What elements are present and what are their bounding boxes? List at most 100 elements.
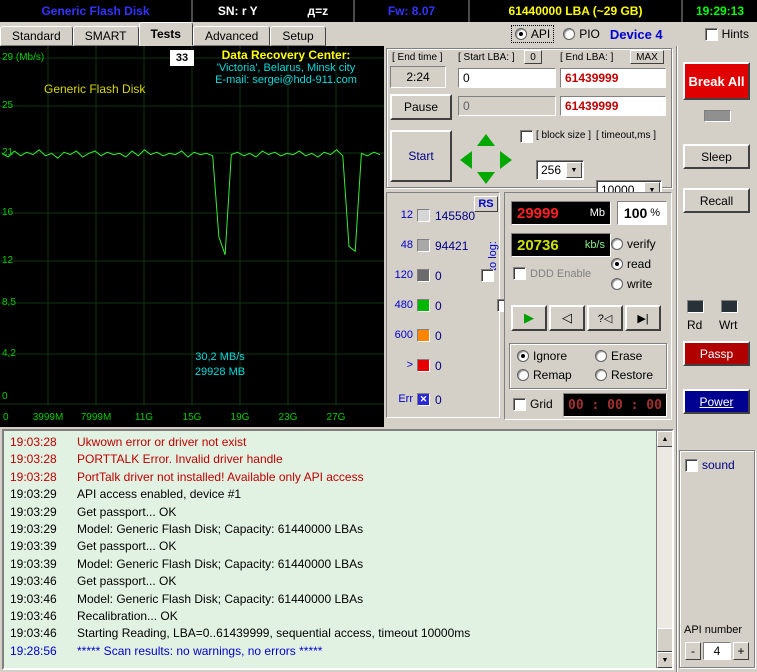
grid-label: Grid bbox=[530, 397, 553, 411]
mb-unit: Mb bbox=[589, 207, 605, 219]
scrollbar-thumb[interactable] bbox=[657, 628, 672, 652]
radio-write[interactable]: write bbox=[611, 277, 652, 291]
end-lba-label: [ End LBA: ] bbox=[560, 52, 614, 63]
read-led-label: Rd bbox=[687, 318, 703, 332]
radio-remap-label: Remap bbox=[533, 368, 572, 382]
rs-button[interactable]: RS bbox=[474, 196, 498, 212]
bucket-count: 0 bbox=[435, 269, 442, 283]
sound-checkbox[interactable]: sound bbox=[685, 458, 735, 472]
x-tick: 3999M bbox=[32, 412, 64, 423]
percent-display: 100 % bbox=[617, 201, 667, 225]
radio-pio[interactable]: PIO bbox=[563, 27, 600, 41]
radio-verify-label: verify bbox=[627, 237, 656, 251]
log-entry: 19:03:39 Get passport... OK bbox=[10, 538, 654, 555]
log-rows: 19:03:28 Ukwown error or driver not exis… bbox=[10, 434, 654, 660]
end-lba-input[interactable]: 61439999 bbox=[560, 68, 666, 88]
grid-checkbox-box bbox=[513, 397, 526, 411]
radio-ignore[interactable]: Ignore bbox=[517, 349, 567, 363]
ddd-enable-checkbox[interactable]: DDD Enable bbox=[513, 267, 591, 280]
scroll-down-icon[interactable]: ▼ bbox=[657, 652, 672, 668]
log-message: Get passport... OK bbox=[77, 539, 177, 554]
seek-left-arrow[interactable] bbox=[460, 151, 472, 169]
end-lba-max-button[interactable]: MAX bbox=[630, 50, 664, 64]
api-number-value[interactable]: 4 bbox=[703, 642, 731, 660]
log-timestamp: 19:03:28 bbox=[10, 452, 57, 467]
serial-number: SN: r Y bbox=[217, 4, 258, 18]
sound-checkbox-box bbox=[685, 458, 698, 472]
bucket-log-checkbox[interactable] bbox=[481, 269, 494, 282]
tab-smart[interactable]: SMART bbox=[72, 26, 139, 46]
y-tick: 8,5 bbox=[2, 297, 16, 308]
radio-read[interactable]: read bbox=[611, 257, 651, 271]
play-button[interactable]: ▶ bbox=[511, 305, 547, 331]
bucket-count: 0 bbox=[435, 359, 442, 373]
radio-erase[interactable]: Erase bbox=[595, 349, 642, 363]
api-number-plus-button[interactable]: + bbox=[733, 642, 749, 660]
firmware-version: Fw: 8.07 bbox=[355, 0, 470, 22]
radio-restore[interactable]: Restore bbox=[595, 368, 653, 382]
sound-label: sound bbox=[702, 458, 735, 472]
chevron-down-icon[interactable]: ▼ bbox=[566, 162, 582, 178]
bucket-count: 0 bbox=[435, 329, 442, 343]
tab-advanced[interactable]: Advanced bbox=[192, 26, 271, 46]
bucket-label: 600 bbox=[394, 329, 413, 341]
log-message: Model: Generic Flash Disk; Capacity: 614… bbox=[77, 522, 364, 537]
overlay-position: 29928 MB bbox=[194, 366, 246, 378]
hints-checkbox[interactable]: Hints bbox=[704, 27, 749, 41]
start-lba-input[interactable]: 0 bbox=[458, 68, 556, 88]
log-scrollbar[interactable]: ▲ ▼ bbox=[656, 431, 672, 668]
log-message: Get passport... OK bbox=[77, 504, 177, 519]
seek-up-arrow[interactable] bbox=[477, 134, 495, 146]
seek-question-button[interactable]: ?◁ bbox=[587, 305, 623, 331]
tab-setup[interactable]: Setup bbox=[270, 26, 326, 46]
seek-down-arrow[interactable] bbox=[477, 172, 495, 184]
current-lba-display: 0 bbox=[458, 96, 556, 116]
radio-verify[interactable]: verify bbox=[611, 237, 656, 251]
end-time-display: 2:24 bbox=[390, 66, 446, 88]
log-timestamp: 19:03:29 bbox=[10, 504, 57, 519]
grid-checkbox[interactable]: Grid bbox=[513, 397, 553, 411]
log-entry: 19:03:29 API access enabled, device #1 bbox=[10, 486, 654, 503]
banner-city: 'Victoria', Belarus, Minsk city bbox=[216, 62, 356, 74]
log-timestamp: 19:03:46 bbox=[10, 609, 57, 624]
recall-button[interactable]: Recall bbox=[683, 188, 750, 213]
log-entry: 19:03:46 Starting Reading, LBA=0..614399… bbox=[10, 625, 654, 642]
tab-standard[interactable]: Standard bbox=[0, 26, 73, 46]
skip-end-button[interactable]: ▶| bbox=[625, 305, 661, 331]
seek-checkbox[interactable] bbox=[520, 130, 533, 143]
speed-line bbox=[1, 149, 381, 255]
tab-tests[interactable]: Tests bbox=[138, 22, 193, 46]
power-button[interactable]: Power bbox=[683, 389, 750, 414]
log-message: ***** Scan results: no warnings, no erro… bbox=[77, 643, 323, 658]
scroll-up-icon[interactable]: ▲ bbox=[657, 431, 672, 447]
write-led-label: Wrt bbox=[719, 318, 738, 332]
api-number-minus-button[interactable]: - bbox=[685, 642, 701, 660]
pause-button[interactable]: Pause bbox=[390, 94, 452, 120]
block-size-select[interactable]: 256 ▼ bbox=[536, 160, 584, 180]
log-timestamp: 19:03:39 bbox=[10, 556, 57, 571]
speed-unit: kb/s bbox=[584, 239, 605, 251]
log-timestamp: 19:03:39 bbox=[10, 539, 57, 554]
y-tick: 0 bbox=[2, 391, 8, 402]
to-log-label: to log: bbox=[487, 241, 499, 271]
capacity-info: 61440000 LBA (~29 GB) bbox=[470, 0, 683, 22]
bucket-label: 120 bbox=[394, 269, 413, 281]
bucket-count: 0 bbox=[435, 393, 442, 407]
break-all-button[interactable]: Break All bbox=[683, 62, 750, 100]
radio-api[interactable]: API bbox=[510, 25, 555, 43]
radio-remap[interactable]: Remap bbox=[517, 368, 572, 382]
start-lba-zero-button[interactable]: 0 bbox=[524, 50, 542, 64]
start-button[interactable]: Start bbox=[390, 130, 452, 182]
passp-button[interactable]: Passp bbox=[683, 341, 750, 366]
radio-remap-dot bbox=[517, 369, 529, 381]
side-button-panel: Break All Sleep Recall Rd Wrt Passp Powe… bbox=[676, 46, 757, 672]
y-tick: 25 bbox=[2, 100, 14, 111]
seek-right-arrow[interactable] bbox=[500, 151, 512, 169]
timeout-label: [ timeout,ms ] bbox=[596, 130, 657, 141]
step-back-button[interactable]: ◁ bbox=[549, 305, 585, 331]
sleep-button[interactable]: Sleep bbox=[683, 144, 750, 169]
radio-erase-label: Erase bbox=[611, 349, 643, 363]
radio-restore-dot bbox=[595, 369, 607, 381]
ddd-enable-label: DDD Enable bbox=[530, 267, 592, 280]
x-tick: 15G bbox=[182, 412, 202, 423]
